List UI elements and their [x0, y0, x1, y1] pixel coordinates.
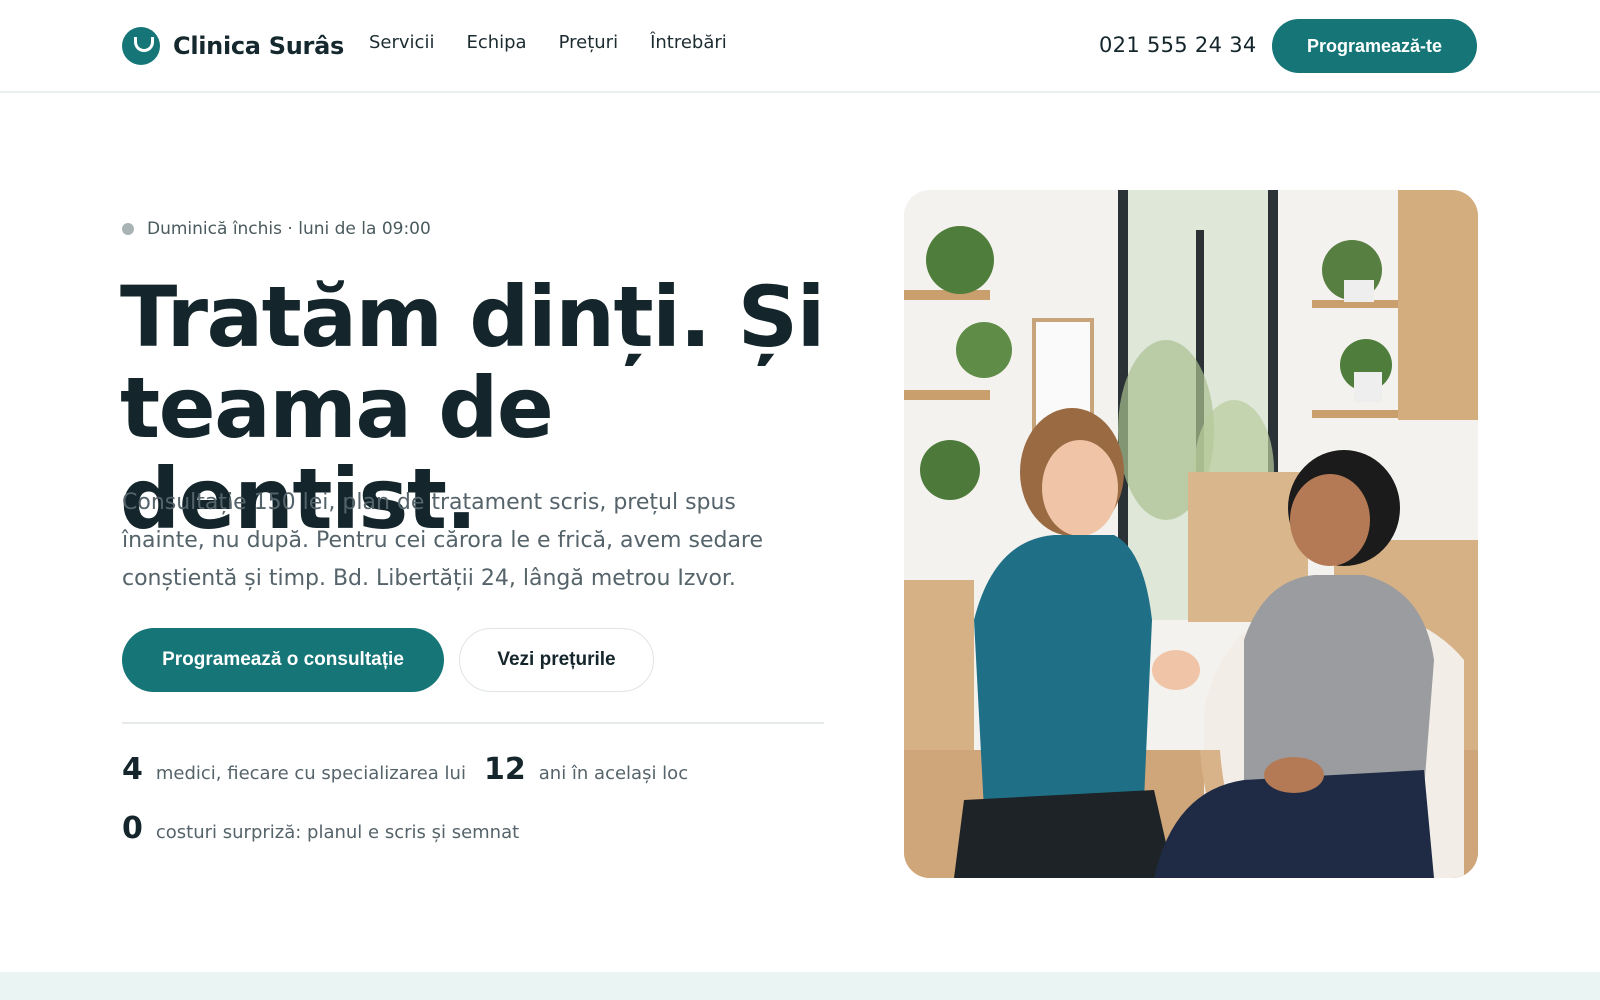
divider: [122, 722, 824, 724]
book-appointment-button[interactable]: Programează-te: [1272, 19, 1477, 73]
brand-logo[interactable]: Clinica Surâs: [122, 27, 344, 65]
smile-icon: [122, 27, 160, 65]
next-section-band: [0, 972, 1600, 1000]
stat-label: medici, fiecare cu specializarea lui: [155, 763, 466, 784]
nav-link-servicii[interactable]: Servicii: [369, 32, 434, 53]
stat-number: 0: [122, 811, 143, 846]
brand-name: Clinica Surâs: [173, 32, 344, 60]
stat-label: ani în același loc: [538, 763, 689, 784]
stat-surprise-costs: 0 costuri surpriză: planul e scris și se…: [122, 811, 519, 846]
stat-number: 12: [484, 752, 526, 787]
view-prices-button[interactable]: Vezi prețurile: [459, 628, 654, 692]
headline-line-1: Tratăm dinți. Și: [120, 268, 825, 366]
opening-hours-text: Duminică închis · luni de la 09:00: [147, 219, 431, 239]
stat-doctors: 4 medici, fiecare cu specializarea lui: [122, 752, 466, 787]
site-header: Clinica Surâs Servicii Echipa Prețuri În…: [0, 0, 1600, 93]
stat-years: 12 ani în același loc: [484, 752, 688, 787]
stat-label: costuri surpriză: planul e scris și semn…: [155, 822, 520, 843]
nav-link-preturi[interactable]: Prețuri: [559, 32, 618, 53]
stat-number: 4: [122, 752, 143, 787]
nav-link-intrebari[interactable]: Întrebări: [650, 32, 727, 53]
nav-link-echipa[interactable]: Echipa: [466, 32, 526, 53]
opening-hours-status: Duminică închis · luni de la 09:00: [122, 219, 431, 239]
phone-number[interactable]: 021 555 24 34: [1099, 33, 1257, 57]
status-dot-icon: [122, 223, 134, 235]
clinic-photo-illustration: [904, 190, 1478, 878]
clinic-photo: [904, 190, 1478, 878]
book-consultation-button[interactable]: Programează o consultație: [122, 628, 444, 692]
hero-description: Consultație 150 lei, plan de tratament s…: [122, 490, 764, 591]
main-nav: Servicii Echipa Prețuri Întrebări: [369, 32, 727, 53]
